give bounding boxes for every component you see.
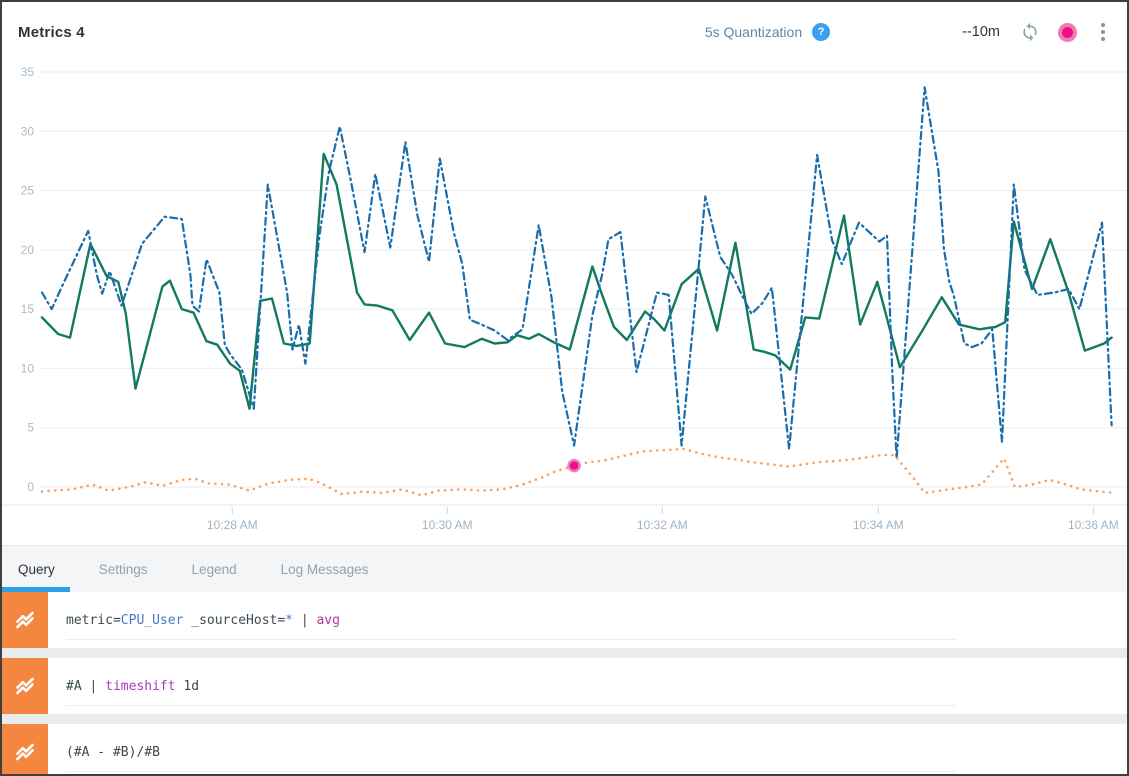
query-token: | <box>293 613 316 628</box>
quantization-label: 5s Quantization <box>705 24 802 40</box>
svg-text:35: 35 <box>21 65 35 79</box>
svg-text:25: 25 <box>21 184 35 198</box>
query-token: avg <box>316 613 339 628</box>
svg-text:10:32 AM: 10:32 AM <box>637 518 688 532</box>
y-axis-labels: 0 5 10 15 20 25 30 35 <box>21 65 35 494</box>
query-token: (#A - #B)/#B <box>66 745 160 760</box>
metrics-panel: Metrics 4 5s Quantization ? --10m 0 5 10 15… <box>0 0 1129 776</box>
kebab-menu-icon[interactable] <box>1099 21 1107 43</box>
query-token: metric= <box>66 613 121 628</box>
query-row[interactable]: (#A - #B)/#B <box>2 724 1127 776</box>
svg-text:30: 30 <box>21 124 35 138</box>
query-input-underline <box>66 639 956 640</box>
panel-header: Metrics 4 5s Quantization ? --10m <box>2 2 1127 62</box>
highlighted-data-point <box>569 460 580 471</box>
query-token: * <box>285 613 293 628</box>
query-rows: metric=CPU_User _sourceHost=* | avg #A |… <box>2 592 1127 776</box>
svg-text:0: 0 <box>27 480 34 494</box>
query-input-underline <box>66 771 956 772</box>
zigzag-chart-icon <box>12 673 38 699</box>
tab-legend[interactable]: Legend <box>192 562 237 577</box>
metrics-query-icon[interactable] <box>2 592 48 648</box>
svg-text:10:34 AM: 10:34 AM <box>853 518 904 532</box>
tab-query[interactable]: Query <box>18 562 55 577</box>
panel-title: Metrics 4 <box>18 24 85 41</box>
svg-text:20: 20 <box>21 243 35 257</box>
live-mode-indicator[interactable] <box>1058 23 1077 42</box>
chart-plot[interactable]: 0510152025303510:28 AM10:30 AM10:32 AM10… <box>2 62 1127 545</box>
series-c-line <box>42 449 1114 495</box>
query-token: CPU_User <box>121 613 184 628</box>
tab-settings[interactable]: Settings <box>99 562 148 577</box>
tab-log-messages[interactable]: Log Messages <box>281 562 369 577</box>
query-input-underline <box>66 705 956 706</box>
query-token: #A | <box>66 679 105 694</box>
refresh-button[interactable] <box>1020 22 1040 42</box>
tab-bar: Query Settings Legend Log Messages <box>2 545 1127 592</box>
svg-text:10:28 AM: 10:28 AM <box>207 518 258 532</box>
refresh-icon <box>1020 22 1040 42</box>
svg-text:10:36 AM: 10:36 AM <box>1068 518 1119 532</box>
x-axis-labels: 10:28 AM 10:30 AM 10:32 AM 10:34 AM 10:36 AM <box>207 507 1119 532</box>
query-token: _sourceHost= <box>183 613 285 628</box>
query-input[interactable]: (#A - #B)/#B <box>48 724 160 776</box>
query-token: 1d <box>176 679 199 694</box>
time-range-label[interactable]: --10m <box>962 24 1000 40</box>
svg-text:15: 15 <box>21 302 35 316</box>
metrics-query-icon[interactable] <box>2 658 48 714</box>
help-icon[interactable]: ? <box>812 23 830 41</box>
metrics-query-icon[interactable] <box>2 724 48 776</box>
svg-text:10: 10 <box>21 361 35 375</box>
series-b-line <box>42 87 1112 458</box>
zigzag-chart-icon <box>12 607 38 633</box>
query-row[interactable]: #A | timeshift 1d <box>2 658 1127 714</box>
zigzag-chart-icon <box>12 739 38 765</box>
svg-text:5: 5 <box>27 421 34 435</box>
svg-text:10:30 AM: 10:30 AM <box>422 518 473 532</box>
query-token: timeshift <box>105 679 175 694</box>
time-series-chart: 0510152025303510:28 AM10:30 AM10:32 AM10… <box>2 62 1129 545</box>
query-row[interactable]: metric=CPU_User _sourceHost=* | avg <box>2 592 1127 648</box>
